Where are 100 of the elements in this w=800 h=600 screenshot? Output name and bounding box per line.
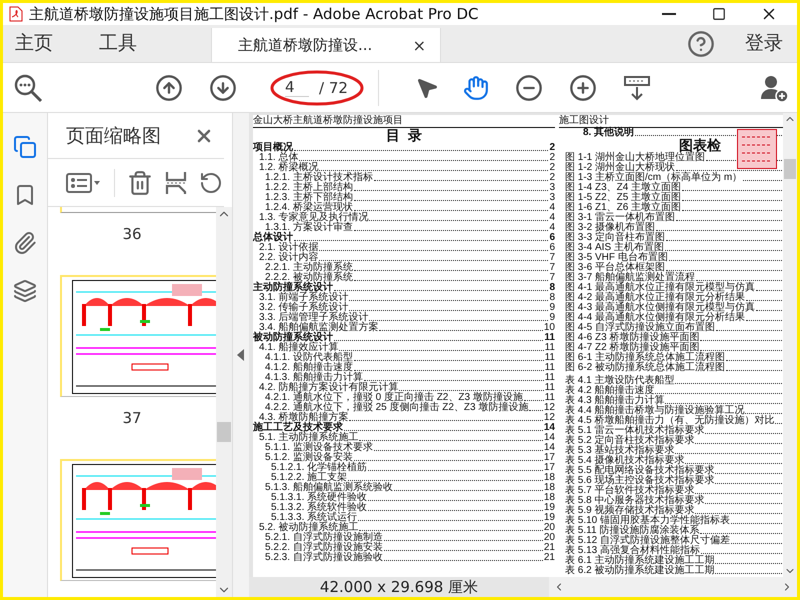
toc-entry[interactable]: 4.1.2. 船舶撞击速度: [265, 363, 353, 373]
previous-page-button[interactable]: [155, 74, 183, 102]
toc-entry[interactable]: 项目概况: [253, 143, 293, 153]
toc-entry[interactable]: 5.1.1. 监测设备技术要求: [265, 443, 373, 453]
toc-entry[interactable]: 1.1. 总体: [259, 153, 298, 163]
figure-entry[interactable]: 图 4-2 最高通航水位正撞有限元分析结果: [565, 293, 746, 303]
tab-close-button[interactable]: ×: [410, 36, 428, 54]
toc-entry[interactable]: 5.1.3.1. 系统硬件验收: [271, 493, 368, 503]
figure-entry[interactable]: 图 3-2 摄像机布置图: [565, 223, 656, 233]
table-entry[interactable]: 表 5.12 自浮式防撞设施整体尺寸偏差: [565, 536, 730, 546]
toc-entry[interactable]: 4.2.1. 通航水位下，撞驳 0 度正向撞击 Z2、Z3 墩防撞设施: [265, 393, 523, 403]
figure-entry[interactable]: 图 4-7 Z2 桥墩防撞设施平面图: [565, 343, 700, 353]
toc-entry[interactable]: 4.1.1. 设防代表船型: [265, 353, 353, 363]
figure-entry[interactable]: 图 4-1 最高通航水位正撞有限元模型与仿真: [565, 283, 756, 293]
toc-entry[interactable]: 4.1.3. 船舶撞击力计算: [265, 373, 363, 383]
figure-entry[interactable]: 图 1-4 Z3、Z4 主墩立面图: [565, 183, 682, 193]
figure-entry[interactable]: 图 4-6 Z3 桥墩防撞设施平面图: [565, 333, 700, 343]
table-entry[interactable]: 表 5.9 视频存储技术指标要求: [565, 506, 694, 516]
side-panel-button[interactable]: [13, 135, 37, 159]
toc-entry[interactable]: 1.2.1. 主桥设计技术指标: [265, 173, 373, 183]
table-entry[interactable]: 表 6.1 主动防撞系统建设施工工期: [565, 556, 714, 566]
figure-entry[interactable]: 图 1-6 Z1、Z6 主墩立面图: [565, 203, 682, 213]
toc-entry[interactable]: 5.1.3.2. 系统软件验收: [271, 503, 368, 513]
toc-entry[interactable]: 被动防撞系统设计: [253, 333, 333, 343]
table-entry[interactable]: 表 5.2 定向音柱技术指标要求: [565, 436, 694, 446]
toc-entry[interactable]: 4.2.2. 通航水位下，撞驳 25 度侧向撞击 Z2、Z3 墩防撞设施: [265, 403, 528, 413]
sign-in-button[interactable]: 登录: [715, 24, 797, 62]
rotate-button[interactable]: [199, 170, 223, 194]
table-entry[interactable]: 表 4.3 船舶撞击力计算: [565, 396, 664, 406]
options-button[interactable]: [66, 170, 102, 194]
table-entry[interactable]: 表 4.5 桥墩船舶撞击力（有、无防撞设施）对比: [565, 416, 774, 426]
table-entry[interactable]: 表 5.7 平台软件技术指标要求: [565, 486, 694, 496]
toc-entry[interactable]: 1.2.2. 主桥上部结构: [265, 183, 353, 193]
help-button[interactable]: [687, 30, 715, 58]
table-entry[interactable]: 表 4.1 主墩设防代表船型: [565, 376, 674, 386]
table-entry[interactable]: 表 5.5 配电网络设备技术指标要求: [565, 466, 714, 476]
zoom-in-button[interactable]: [568, 74, 597, 102]
toc-entry[interactable]: 4.3. 桥墩防船撞方案: [259, 413, 348, 423]
toc-entry[interactable]: 5.2.3. 自浮式防撞设施验收: [265, 553, 383, 563]
figure-entry[interactable]: 图 1-5 Z2、Z5 主墩立面图: [565, 193, 682, 203]
next-page-button[interactable]: [209, 74, 237, 102]
figure-entry[interactable]: 图 1-1 湖州金山大桥地理位置图: [565, 153, 706, 163]
toc-entry[interactable]: 1.3.1. 方案设计审查: [265, 223, 353, 233]
scroll-mode-button[interactable]: [622, 74, 651, 102]
toc-entry[interactable]: 2.2.2. 被动防撞系统: [265, 273, 353, 283]
toc-entry[interactable]: 5.1.3. 船舶偏航监测系统验收: [265, 483, 393, 493]
toc-entry[interactable]: 3.1. 前端子系统设计: [259, 293, 348, 303]
table-entry[interactable]: 表 5.6 现场主控设备技术指标要求: [565, 476, 714, 486]
table-entry[interactable]: 表 5.4 摄像机技术指标要求: [565, 456, 684, 466]
table-entry[interactable]: 表 4.4 船舶撞击桥墩与防撞设施验算工况: [565, 406, 744, 416]
table-entry[interactable]: 表 5.10 锚固用胶基本力学性能指标表: [565, 516, 730, 526]
figure-entry[interactable]: 图 4-5 自浮式防撞设施立面布置图: [565, 323, 716, 333]
toc-entry[interactable]: 5.1. 主动防撞系统施工: [259, 433, 358, 443]
toc-entry[interactable]: 1.2.4. 桥梁运营现状: [265, 203, 353, 213]
toc-entry[interactable]: 5.2.1. 自浮式防撞设施制造: [265, 533, 383, 543]
toc-entry[interactable]: 1.2.3. 主桥下部结构: [265, 193, 353, 203]
toc-entry[interactable]: 1.3. 专家意见及执行情况: [259, 213, 368, 223]
figure-entry[interactable]: 图 1-2 湖州金山大桥现状: [565, 163, 676, 173]
table-entry[interactable]: 表 4.2 船舶撞击速度: [565, 386, 654, 396]
insert-page-button[interactable]: [165, 170, 187, 196]
figure-entry[interactable]: 图 4-4 最高通航水位侧撞有限元分析结果: [565, 313, 746, 323]
toc-entry[interactable]: 1.2. 桥梁概况: [259, 163, 318, 173]
figure-entry[interactable]: 图 4-3 最高通航水位侧撞有限元模型与仿真: [565, 303, 756, 313]
zoom-out-button[interactable]: [514, 74, 543, 102]
table-entry[interactable]: 表 5.3 基站技术指标要求: [565, 446, 674, 456]
toc-entry[interactable]: 施工工艺及技术要求: [253, 423, 343, 433]
search-button[interactable]: [13, 72, 43, 102]
toc-entry[interactable]: 3.4. 船舶偏航监测处置方案: [259, 323, 378, 333]
figure-entry[interactable]: 图 1-3 主桥立面图/cm（标高单位为 m）: [565, 173, 742, 183]
figure-entry[interactable]: 图 3-7 船舶偏航监测处置流程: [565, 273, 696, 283]
delete-button[interactable]: [127, 170, 153, 196]
table-entry[interactable]: 表 5.13 高强复合材料性能指标: [565, 546, 700, 556]
figure-entry[interactable]: 图 6-2 被动防撞系统总体施工流程图: [565, 363, 726, 373]
side-panel-button[interactable]: [13, 231, 37, 255]
scrollbar-thumb[interactable]: [784, 159, 796, 180]
side-panel-button[interactable]: [13, 279, 37, 303]
document-tab[interactable]: 主航道桥墩防撞设... ×: [211, 28, 441, 62]
page-thumbnail[interactable]: [60, 207, 216, 213]
figure-entry[interactable]: 图 3-5 VHF 电台布置图: [565, 253, 668, 263]
table-entry[interactable]: 表 5.11 防撞设施防腐涂装体系: [565, 526, 700, 536]
toc-entry[interactable]: 2.2.1. 主动防撞系统: [265, 263, 353, 273]
table-entry[interactable]: 表 6.2 被动防撞系统建设施工工期: [565, 566, 714, 576]
hand-tool-button[interactable]: [462, 74, 489, 100]
toc-entry[interactable]: 5.2.2. 自浮式防撞设施安装: [265, 543, 383, 553]
figure-entry[interactable]: 图 3-3 定向音柱布置图: [565, 233, 666, 243]
toc-entry[interactable]: 主动防撞系统设计: [253, 283, 333, 293]
toc-entry[interactable]: 3.2. 传输子系统设计: [259, 303, 348, 313]
table-entry[interactable]: 表 5.1 雷云一体机技术指标要求: [565, 426, 704, 436]
toc-entry[interactable]: 5.1.2. 监测设备安装: [265, 453, 353, 463]
figure-entry[interactable]: 图 6-1 主动防撞系统总体施工流程图: [565, 353, 726, 363]
toc-entry[interactable]: 总体设计: [253, 233, 293, 243]
table-entry[interactable]: 表 5.8 中心服务器技术指标要求: [565, 496, 704, 506]
collapse-arrow-icon[interactable]: [237, 349, 245, 361]
toc-entry[interactable]: 2.2. 设计内容: [259, 253, 318, 263]
toc-entry[interactable]: 5.2. 被动防撞系统施工: [259, 523, 358, 533]
toc-entry[interactable]: 4.1. 船撞效应计算: [259, 343, 338, 353]
figure-entry[interactable]: 图 3-6 平台总体框架图: [565, 263, 666, 273]
page-number-field[interactable]: 4: [285, 78, 309, 97]
toc-entry[interactable]: 5.1.3.3. 系统试运行: [271, 513, 358, 523]
toc-entry[interactable]: 5.1.2.1. 化学锚栓植筋: [271, 463, 368, 473]
